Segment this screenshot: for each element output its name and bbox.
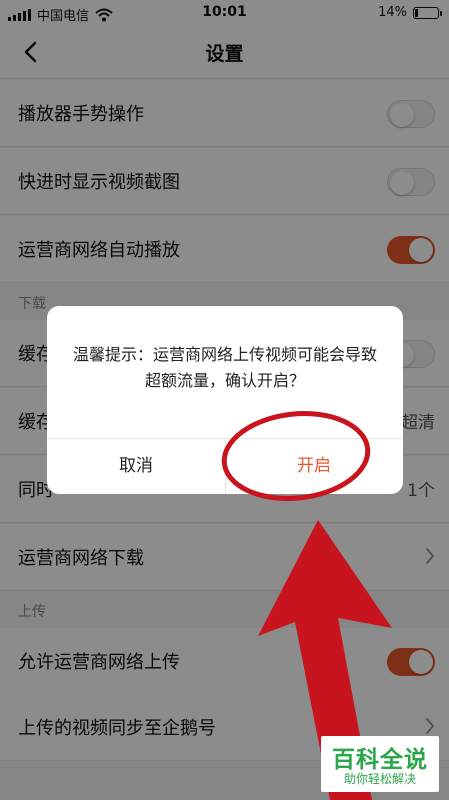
confirm-dialog: 温馨提示：运营商网络上传视频可能会导致超额流量，确认开启？ 取消 开启	[47, 306, 403, 494]
dialog-message: 温馨提示：运营商网络上传视频可能会导致超额流量，确认开启？	[72, 345, 377, 390]
watermark-title: 百科全说	[332, 747, 428, 773]
watermark-logo: 百科全说 助你轻松解决	[321, 736, 439, 792]
watermark-subtitle: 助你轻松解决	[343, 772, 416, 786]
cancel-button[interactable]: 取消	[47, 438, 225, 494]
confirm-open-button[interactable]: 开启	[225, 438, 403, 494]
